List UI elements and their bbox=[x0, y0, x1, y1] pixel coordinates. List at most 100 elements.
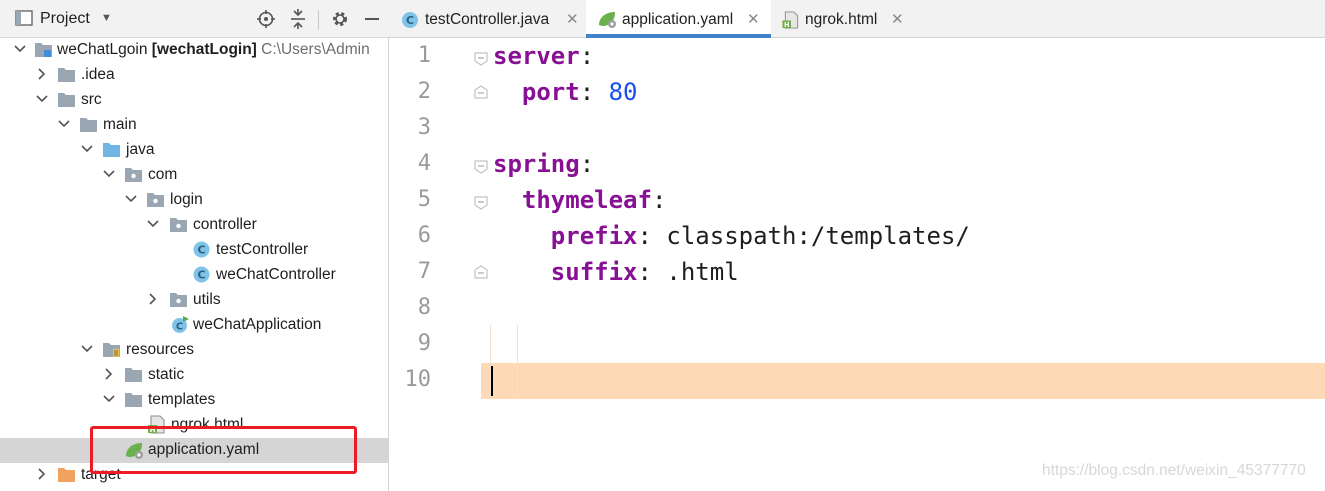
chevron-down-icon[interactable] bbox=[57, 117, 71, 131]
tree-item-label: controller bbox=[193, 216, 257, 233]
java-class-icon: C bbox=[402, 12, 418, 28]
project-path: C:\Users\Admin bbox=[261, 41, 370, 58]
line-number: 10 bbox=[404, 367, 432, 392]
yaml-number-value: 80 bbox=[608, 78, 638, 106]
code-editor[interactable]: server: port: 80 spring: thymeleaf: pref… bbox=[481, 38, 1325, 491]
tree-item-utils[interactable]: utils bbox=[0, 288, 389, 313]
yaml-colon: : bbox=[651, 186, 667, 214]
svg-text:C: C bbox=[197, 244, 205, 257]
package-icon bbox=[170, 293, 187, 307]
line-number: 8 bbox=[417, 295, 431, 320]
tree-item-main[interactable]: main bbox=[0, 113, 389, 138]
line-number: 2 bbox=[417, 79, 431, 104]
line-number: 1 bbox=[417, 43, 431, 68]
collapse-all-icon[interactable] bbox=[288, 9, 308, 29]
tree-item-static[interactable]: static bbox=[0, 363, 389, 388]
line-number: 9 bbox=[417, 331, 431, 356]
hide-panel-icon[interactable] bbox=[362, 9, 382, 29]
line-number: 7 bbox=[417, 259, 431, 284]
tree-item-templates[interactable]: templates bbox=[0, 388, 389, 413]
tree-item-controller[interactable]: controller bbox=[0, 213, 389, 238]
tab-label: application.yaml bbox=[622, 11, 734, 28]
tree-item-label: testController bbox=[216, 241, 309, 258]
project-view-selector[interactable]: Project bbox=[40, 10, 90, 28]
yaml-colon: : bbox=[579, 150, 595, 178]
tree-item-idea[interactable]: .idea bbox=[0, 63, 389, 88]
resources-folder-icon bbox=[103, 343, 120, 357]
project-name: weChatLgoin bbox=[57, 41, 148, 58]
line-number-gutter: 1 2 3 4 5 6 7 8 9 10 bbox=[389, 38, 488, 491]
tab-application-yaml[interactable]: application.yaml ✕ bbox=[586, 0, 771, 38]
gear-icon[interactable] bbox=[330, 9, 350, 29]
line-number: 3 bbox=[417, 115, 431, 140]
chevron-down-icon[interactable] bbox=[146, 217, 160, 231]
tree-item-project-root[interactable]: weChatLgoin [wechatLogin] C:\Users\Admin bbox=[0, 38, 389, 63]
svg-text:C: C bbox=[406, 14, 414, 27]
package-icon bbox=[147, 193, 164, 207]
java-class-icon: C bbox=[193, 241, 210, 258]
chevron-down-icon[interactable]: ▼ bbox=[101, 12, 112, 24]
chevron-right-icon[interactable] bbox=[146, 292, 160, 306]
tree-item-testcontroller[interactable]: C testController bbox=[0, 238, 389, 263]
yaml-key: suffix bbox=[550, 258, 638, 286]
yaml-colon: : bbox=[579, 42, 595, 70]
yaml-key: prefix bbox=[550, 222, 638, 250]
svg-text:C: C bbox=[176, 322, 183, 333]
tree-item-label: utils bbox=[193, 291, 221, 308]
line-number: 4 bbox=[417, 151, 431, 176]
watermark: https://blog.csdn.net/weixin_45377770 bbox=[1042, 462, 1306, 479]
tree-item-label: weChatController bbox=[216, 266, 336, 283]
locate-file-icon[interactable] bbox=[256, 9, 276, 29]
chevron-down-icon[interactable] bbox=[80, 142, 94, 156]
close-icon[interactable]: ✕ bbox=[747, 10, 760, 28]
editor-area: C testController.java ✕ application.yaml… bbox=[389, 0, 1325, 491]
spring-boot-class-icon: C bbox=[172, 316, 189, 333]
package-icon bbox=[170, 218, 187, 232]
svg-text:C: C bbox=[197, 269, 205, 282]
yaml-key: thymeleaf bbox=[521, 186, 652, 214]
yaml-colon: : bbox=[579, 78, 595, 106]
project-panel-icon bbox=[15, 10, 33, 26]
package-icon bbox=[125, 168, 142, 182]
tree-item-label: java bbox=[126, 141, 155, 158]
yaml-key: port bbox=[521, 78, 580, 106]
html-file-icon: H bbox=[782, 11, 799, 29]
chevron-right-icon[interactable] bbox=[102, 367, 116, 381]
tree-item-com[interactable]: com bbox=[0, 163, 389, 188]
text-caret bbox=[491, 366, 493, 396]
tree-item-label: login bbox=[170, 191, 203, 208]
chevron-down-icon[interactable] bbox=[102, 167, 116, 181]
folder-icon bbox=[58, 93, 75, 107]
tab-label: testController.java bbox=[425, 11, 550, 28]
tab-ngrok-html[interactable]: H ngrok.html ✕ bbox=[772, 0, 907, 38]
tree-item-login[interactable]: login bbox=[0, 188, 389, 213]
close-icon[interactable]: ✕ bbox=[566, 10, 579, 28]
chevron-down-icon[interactable] bbox=[13, 42, 27, 56]
tree-item-label: static bbox=[148, 366, 185, 383]
chevron-down-icon[interactable] bbox=[80, 342, 94, 356]
source-folder-icon bbox=[103, 143, 120, 157]
tree-item-wechatapplication[interactable]: C weChatApplication bbox=[0, 313, 389, 338]
project-tool-window-header: Project ▼ bbox=[0, 0, 389, 38]
chevron-right-icon[interactable] bbox=[35, 67, 49, 81]
tab-label: ngrok.html bbox=[805, 11, 878, 28]
tree-item-java[interactable]: java bbox=[0, 138, 389, 163]
tree-item-src[interactable]: src bbox=[0, 88, 389, 113]
tree-item-label: .idea bbox=[81, 66, 115, 83]
svg-text:H: H bbox=[784, 21, 790, 29]
tree-item-label: weChatApplication bbox=[193, 316, 322, 333]
chevron-down-icon[interactable] bbox=[124, 192, 138, 206]
chevron-down-icon[interactable] bbox=[35, 92, 49, 106]
tree-item-wechatcontroller[interactable]: C weChatController bbox=[0, 263, 389, 288]
module-name: [wechatLogin] bbox=[151, 41, 257, 58]
tree-item-resources[interactable]: resources bbox=[0, 338, 389, 363]
chevron-right-icon[interactable] bbox=[35, 467, 49, 481]
yaml-colon: : bbox=[637, 222, 652, 250]
chevron-down-icon[interactable] bbox=[102, 392, 116, 406]
yaml-file-icon bbox=[599, 12, 616, 28]
line-number: 5 bbox=[417, 187, 431, 212]
annotation-highlight-box bbox=[90, 426, 357, 474]
close-icon[interactable]: ✕ bbox=[891, 10, 904, 28]
tab-testcontroller-java[interactable]: C testController.java ✕ bbox=[389, 0, 585, 38]
tree-item-label: src bbox=[81, 91, 102, 108]
